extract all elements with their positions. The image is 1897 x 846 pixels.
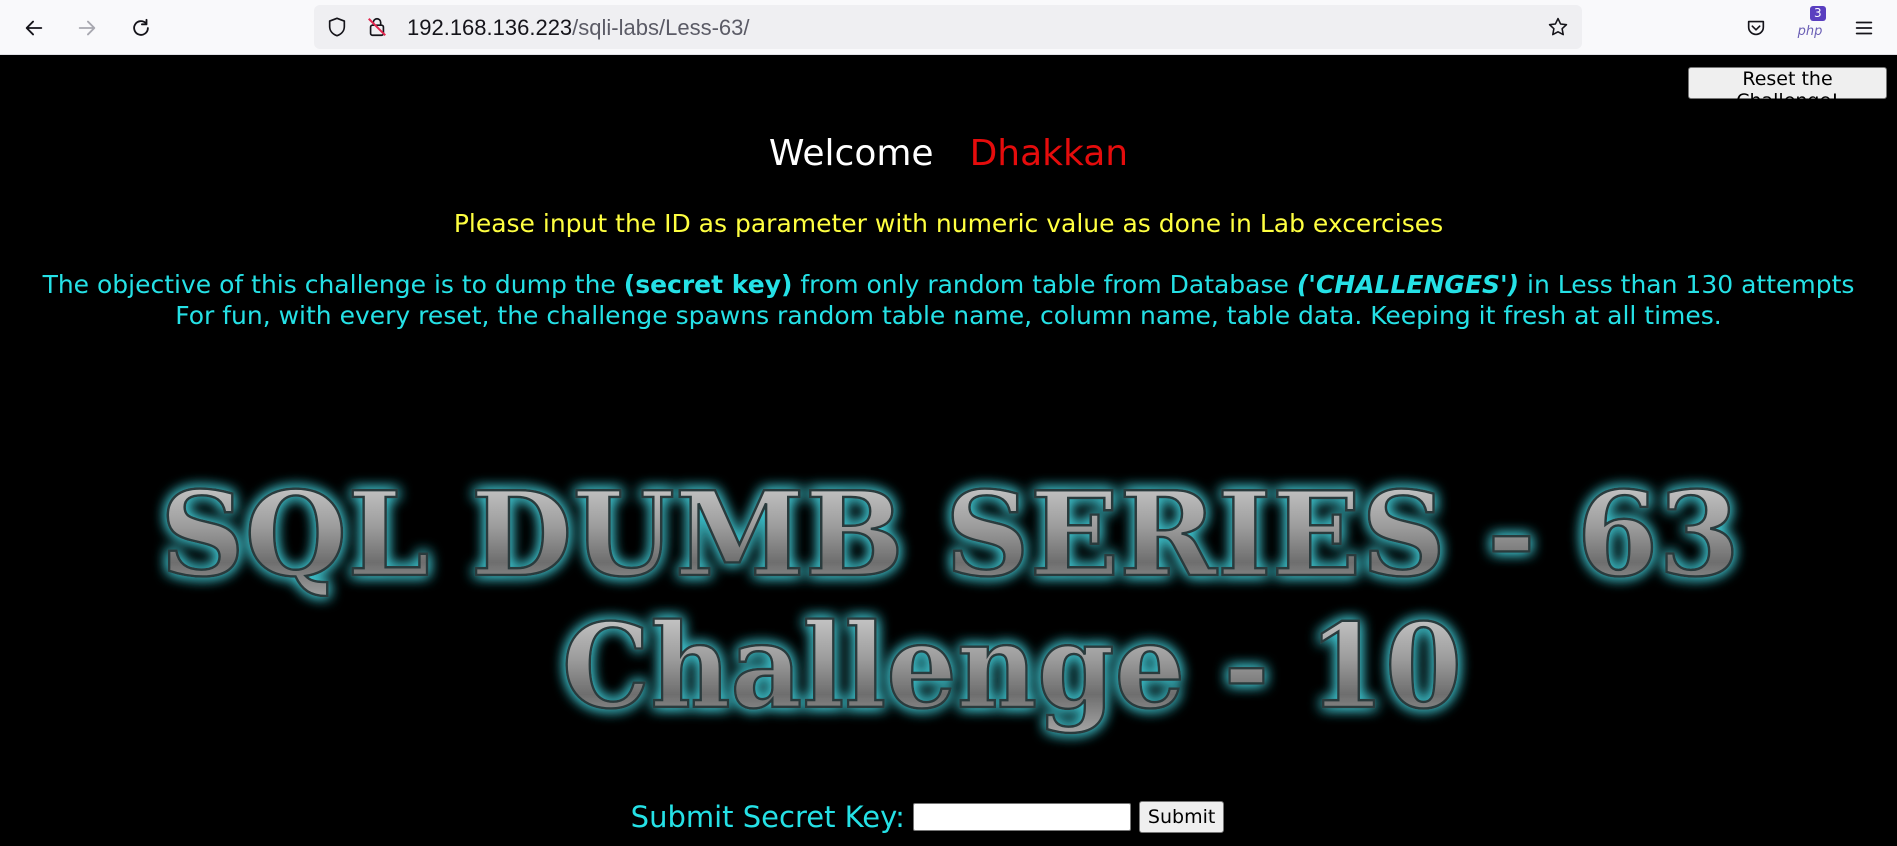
objective-part-2: from only random table from Database (792, 270, 1297, 299)
back-icon[interactable] (18, 12, 50, 44)
submit-button[interactable]: Submit (1138, 801, 1225, 833)
forward-icon[interactable] (71, 12, 103, 44)
url-text[interactable]: 192.168.136.223/sqli-labs/Less-63/ (407, 15, 749, 41)
url-bar[interactable]: 192.168.136.223/sqli-labs/Less-63/ (314, 5, 1582, 49)
objective-line-2: For fun, with every reset, the challenge… (175, 301, 1722, 330)
menu-icon[interactable] (1848, 12, 1880, 44)
extension-badge: 3 (1810, 6, 1826, 21)
instruction-text: Please input the ID as parameter with nu… (453, 209, 1444, 238)
insecure-lock-icon[interactable] (366, 16, 388, 38)
pocket-icon[interactable] (1740, 12, 1772, 44)
reset-challenge-button[interactable]: Reset the Challenge! (1688, 67, 1887, 112)
page-content: Reset the Challenge! Welcome Dhakkan Plea… (0, 55, 1897, 846)
url-host: 192.168.136.223 (407, 15, 573, 40)
objective-part-3: in Less than 130 attempts (1519, 270, 1855, 299)
objective-part-1: The objective of this challenge is to du… (42, 270, 624, 299)
secret-key-text: (secret key) (623, 270, 793, 299)
banner-line-1: SQL DUMB SERIES - 63 (160, 467, 1740, 603)
secret-key-input[interactable] (912, 803, 1131, 831)
bookmark-star-icon[interactable] (1547, 16, 1569, 38)
series-banner-image: SQL DUMB SERIES - 63 Challenge - 10 (159, 466, 1742, 737)
objective-line-1: The objective of this challenge is to du… (0, 269, 1897, 300)
browser-toolbar: 192.168.136.223/sqli-labs/Less-63/ php 3 (0, 0, 1897, 55)
shield-icon[interactable] (326, 16, 348, 38)
url-path: /sqli-labs/Less-63/ (572, 15, 750, 40)
welcome-name: Dhakkan (969, 133, 1129, 174)
reload-icon[interactable] (125, 12, 157, 44)
database-name: ('CHALLENGES') (1296, 270, 1520, 299)
objective-text: The objective of this challenge is to du… (0, 269, 1897, 331)
php-extension-icon[interactable]: php 3 (1794, 6, 1826, 44)
submit-secret-key-label: Submit Secret Key: (630, 800, 905, 834)
banner-line-2: Challenge - 10 (562, 599, 1462, 735)
submit-form: Submit Secret Key: Submit (0, 800, 1897, 834)
welcome-label: Welcome (768, 133, 934, 174)
welcome-heading: Welcome Dhakkan (0, 133, 1897, 174)
php-extension-label: php (1797, 23, 1823, 39)
